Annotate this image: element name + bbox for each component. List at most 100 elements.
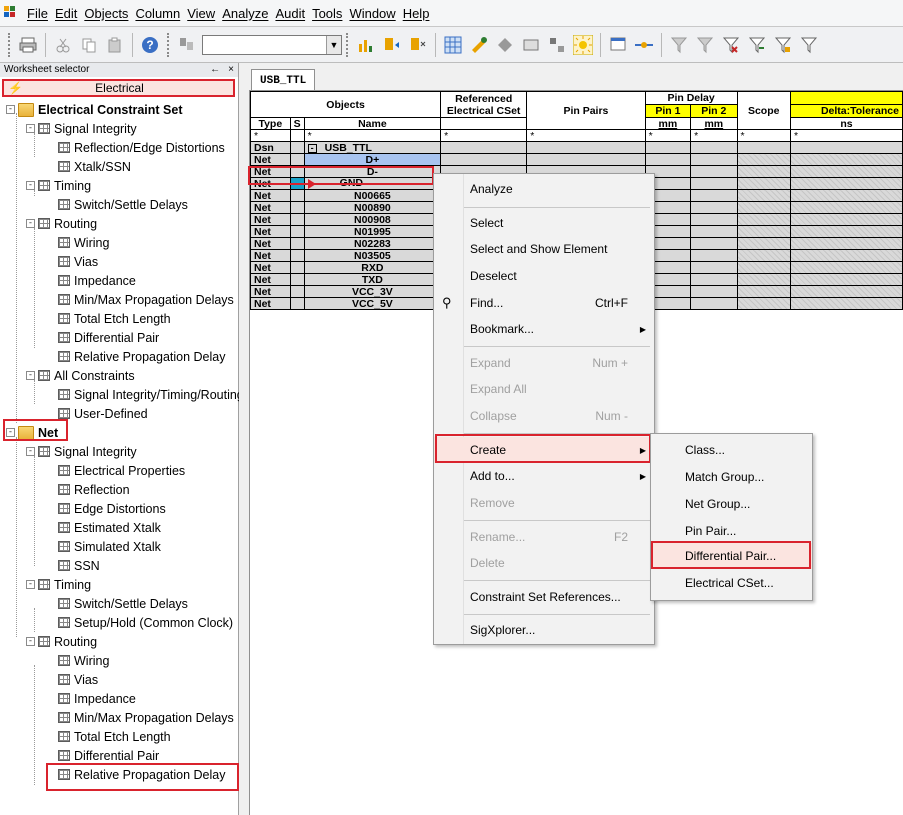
tab-usb-ttl[interactable]: USB_TTL xyxy=(251,69,316,91)
filter-scope[interactable]: * xyxy=(736,129,791,142)
menu-window[interactable]: Window xyxy=(346,6,398,21)
table-icon[interactable] xyxy=(520,34,542,56)
worksheet-folder-icon xyxy=(38,446,50,457)
filter-type[interactable]: * xyxy=(250,129,291,142)
electrical-domain-row[interactable]: ⚡ Electrical xyxy=(2,79,235,97)
menu-sigxplorer[interactable]: SigXplorer... xyxy=(434,617,654,643)
sun-icon[interactable] xyxy=(572,34,594,56)
filter-grid-icon[interactable] xyxy=(546,34,568,56)
find-combo[interactable]: ▼ xyxy=(202,34,342,55)
tree-net-ssn[interactable]: SSN xyxy=(58,556,100,575)
pin-icon[interactable] xyxy=(381,34,403,56)
menu-select-show[interactable]: Select and Show Element xyxy=(434,236,654,262)
tree-net-total-etch[interactable]: Total Etch Length xyxy=(58,727,171,746)
tree-ecs-signal-integrity[interactable]: - Signal Integrity xyxy=(26,119,137,138)
submenu-class[interactable]: Class... xyxy=(651,437,812,463)
filter-icon-6[interactable] xyxy=(798,34,820,56)
pin-pair-icon[interactable] xyxy=(407,34,429,56)
tree-net-setup-hold[interactable]: Setup/Hold (Common Clock) xyxy=(58,613,233,632)
tree-ecs-diff-pair[interactable]: Differential Pair xyxy=(58,328,159,347)
tree-net-timing[interactable]: - Timing xyxy=(26,575,91,594)
filter-pin1[interactable]: * xyxy=(644,129,692,142)
find-icon[interactable] xyxy=(176,34,198,56)
grid-icon[interactable] xyxy=(442,34,464,56)
menu-help[interactable]: Help xyxy=(400,6,433,21)
tree-net-signal-integrity[interactable]: - Signal Integrity xyxy=(26,442,137,461)
filter-delta[interactable]: * xyxy=(789,129,903,142)
chart-icon[interactable] xyxy=(355,34,377,56)
tree-ecs-minmax-prop[interactable]: Min/Max Propagation Delays xyxy=(58,290,234,309)
tree-net-impedance[interactable]: Impedance xyxy=(58,689,136,708)
submenu-net-group[interactable]: Net Group... xyxy=(651,491,812,517)
layers-icon[interactable] xyxy=(494,34,516,56)
edit-icon[interactable] xyxy=(468,34,490,56)
tree-net-reflection[interactable]: Reflection xyxy=(58,480,130,499)
menu-collapse: Collapse Num - xyxy=(470,409,628,423)
menu-find[interactable]: ⚲ Find... Ctrl+F xyxy=(434,290,654,316)
tree-ecs-timing[interactable]: - Timing xyxy=(26,176,91,195)
tree-si-timing-routing[interactable]: Signal Integrity/Timing/Routing xyxy=(58,385,244,404)
paste-icon[interactable] xyxy=(104,34,126,56)
print-icon[interactable] xyxy=(17,34,39,56)
tree-net-simulated-xtalk[interactable]: Simulated Xtalk xyxy=(58,537,161,556)
tree-ecs-relative-prop[interactable]: Relative Propagation Delay xyxy=(58,347,225,366)
menu-tools[interactable]: Tools xyxy=(309,6,345,21)
tree-ecs-vias[interactable]: Vias xyxy=(58,252,98,271)
tree-net-switch-settle[interactable]: Switch/Settle Delays xyxy=(58,594,188,613)
tree-all-constraints[interactable]: - All Constraints xyxy=(26,366,135,385)
tree-net-wiring[interactable]: Wiring xyxy=(58,651,109,670)
submenu-electrical-cset[interactable]: Electrical CSet... xyxy=(651,570,812,596)
menu-edit[interactable]: Edit xyxy=(52,6,80,21)
menu-deselect[interactable]: Deselect xyxy=(434,263,654,289)
menu-audit[interactable]: Audit xyxy=(272,6,308,21)
menu-select[interactable]: Select xyxy=(434,210,654,236)
tree-ecs-routing[interactable]: - Routing xyxy=(26,214,97,233)
tree-ecs-switch-settle[interactable]: Switch/Settle Delays xyxy=(58,195,188,214)
filter-ref-cset[interactable]: * xyxy=(440,129,528,142)
tree-net-minmax-prop[interactable]: Min/Max Propagation Delays xyxy=(58,708,234,727)
tree-net-routing[interactable]: - Routing xyxy=(26,632,97,651)
tree-ecs-reflection-edge[interactable]: Reflection/Edge Distortions xyxy=(58,138,225,157)
menu-cset-references[interactable]: Constraint Set References... xyxy=(434,584,654,610)
connect-icon[interactable] xyxy=(633,34,655,56)
tree-net-electrical-properties[interactable]: Electrical Properties xyxy=(58,461,185,480)
help-icon[interactable]: ? xyxy=(139,34,161,56)
menu-view[interactable]: View xyxy=(184,6,218,21)
menu-analyze[interactable]: Analyze xyxy=(219,6,271,21)
tree-user-defined[interactable]: User-Defined xyxy=(58,404,148,423)
tree-net-estimated-xtalk[interactable]: Estimated Xtalk xyxy=(58,518,161,537)
filter-icon-3[interactable] xyxy=(720,34,742,56)
submenu-match-group[interactable]: Match Group... xyxy=(651,464,812,490)
cut-icon[interactable] xyxy=(52,34,74,56)
filter-icon-1[interactable] xyxy=(668,34,690,56)
close-icon[interactable]: × xyxy=(228,64,234,75)
filter-icon-4[interactable] xyxy=(746,34,768,56)
copy-icon[interactable] xyxy=(78,34,100,56)
menu-bookmark[interactable]: Bookmark... ▶ xyxy=(434,316,654,342)
menu-column[interactable]: Column xyxy=(132,6,183,21)
filter-pin-pairs[interactable]: * xyxy=(526,129,646,142)
menu-add-to[interactable]: Add to... ▶ xyxy=(434,463,654,489)
filter-name[interactable]: * xyxy=(303,129,442,142)
table-row[interactable]: Net D+ xyxy=(250,153,903,166)
menu-analyze[interactable]: Analyze xyxy=(434,176,654,202)
filter-icon-5[interactable] xyxy=(772,34,794,56)
filter-icon-2[interactable] xyxy=(694,34,716,56)
design-row[interactable]: Dsn - USB_TTL xyxy=(250,141,903,154)
tree-ecs-wiring[interactable]: Wiring xyxy=(58,233,109,252)
pin-icon[interactable]: ← xyxy=(210,64,220,75)
tree-ecs-total-etch[interactable]: Total Etch Length xyxy=(58,309,171,328)
filter-s[interactable] xyxy=(289,129,305,142)
window-icon[interactable] xyxy=(607,34,629,56)
tree-electrical-constraint-set[interactable]: - Electrical Constraint Set xyxy=(6,100,183,119)
menu-file[interactable]: File xyxy=(24,6,51,21)
tree-ecs-impedance[interactable]: Impedance xyxy=(58,271,136,290)
toolbar-grip[interactable] xyxy=(8,32,11,57)
filter-pin2[interactable]: * xyxy=(690,129,738,142)
menu-objects[interactable]: Objects xyxy=(81,6,131,21)
chevron-down-icon[interactable]: ▼ xyxy=(326,35,341,54)
collapse-icon[interactable]: - xyxy=(307,143,317,153)
tree-net-vias[interactable]: Vias xyxy=(58,670,98,689)
tree-ecs-xtalk-ssn[interactable]: Xtalk/SSN xyxy=(58,157,131,176)
tree-net-edge-distortions[interactable]: Edge Distortions xyxy=(58,499,166,518)
